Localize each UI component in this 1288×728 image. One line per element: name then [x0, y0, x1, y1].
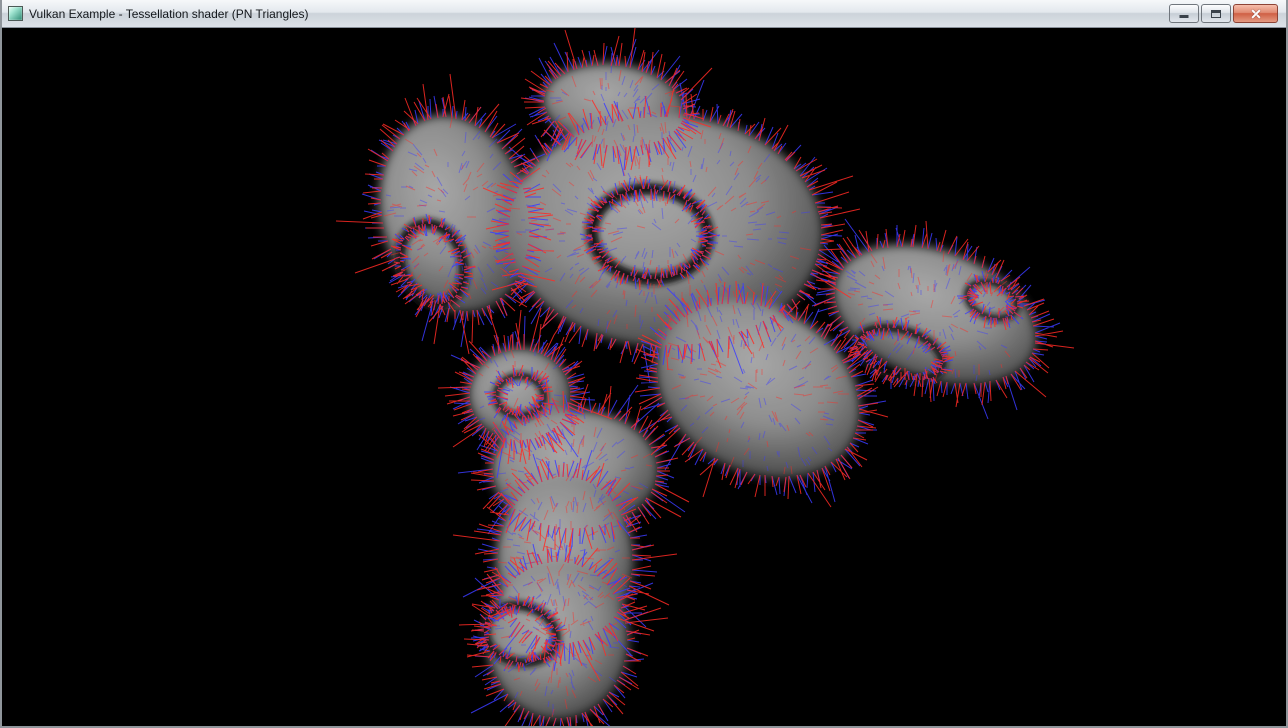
tessellation-model-canvas: [2, 28, 1286, 726]
close-icon: [1234, 5, 1277, 22]
maximize-icon: [1211, 10, 1221, 18]
minimize-icon: [1180, 15, 1189, 18]
minimize-button[interactable]: [1169, 4, 1199, 23]
render-viewport[interactable]: [2, 28, 1286, 726]
app-window: Vulkan Example - Tessellation shader (PN…: [0, 0, 1288, 728]
window-controls: [1169, 4, 1280, 23]
maximize-button[interactable]: [1201, 4, 1231, 23]
app-icon: [8, 6, 23, 21]
window-title: Vulkan Example - Tessellation shader (PN…: [29, 7, 308, 21]
close-button[interactable]: [1233, 4, 1278, 23]
titlebar[interactable]: Vulkan Example - Tessellation shader (PN…: [2, 0, 1286, 28]
